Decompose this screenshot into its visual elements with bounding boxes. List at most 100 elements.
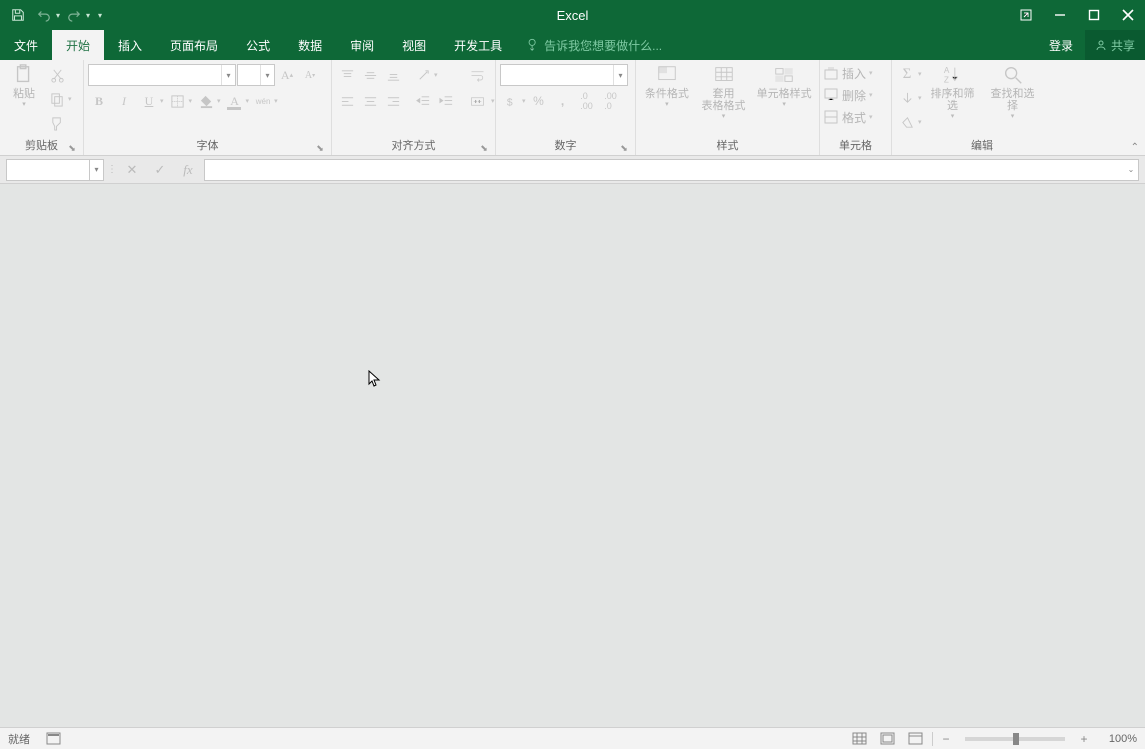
dialog-launcher-icon[interactable]: ⬊ <box>315 143 325 153</box>
dialog-launcher-icon[interactable]: ⬊ <box>67 143 77 153</box>
fill-button[interactable] <box>896 87 918 109</box>
underline-button[interactable]: U <box>138 90 160 112</box>
worksheet-area[interactable] <box>0 184 1145 727</box>
percent-button[interactable]: % <box>528 90 550 112</box>
chevron-down-icon[interactable]: ▾ <box>434 71 438 79</box>
accounting-format-button[interactable]: $ <box>500 90 522 112</box>
page-layout-view-button[interactable] <box>876 730 898 748</box>
chevron-down-icon: ▾ <box>221 65 235 85</box>
tab-insert[interactable]: 插入 <box>104 30 156 60</box>
chevron-down-icon[interactable]: ▾ <box>918 70 922 78</box>
font-size-combo[interactable]: ▾ <box>237 64 275 86</box>
tab-developer[interactable]: 开发工具 <box>440 30 516 60</box>
align-bottom-button[interactable] <box>382 64 404 86</box>
paste-button[interactable]: 粘贴 ▾ <box>4 62 44 110</box>
minimize-button[interactable] <box>1043 0 1077 30</box>
collapse-ribbon-button[interactable]: ⌃ <box>1131 142 1139 153</box>
macro-record-icon[interactable] <box>42 730 64 748</box>
qat-customize-icon[interactable]: ▾ <box>98 11 102 20</box>
tab-view[interactable]: 视图 <box>388 30 440 60</box>
clear-button[interactable] <box>896 111 918 133</box>
fill-color-button[interactable] <box>195 90 217 112</box>
comma-button[interactable]: , <box>552 90 574 112</box>
format-as-table-button[interactable]: 套用 表格格式▾ <box>696 62 752 122</box>
name-box[interactable]: ▾ <box>6 159 104 181</box>
chevron-down-icon[interactable]: ▾ <box>68 95 72 103</box>
normal-view-button[interactable] <box>848 730 870 748</box>
zoom-thumb[interactable] <box>1013 733 1019 745</box>
format-painter-button[interactable] <box>46 112 68 134</box>
formula-input[interactable]: ⌄ <box>204 159 1139 181</box>
align-right-button[interactable] <box>382 90 404 112</box>
tab-review[interactable]: 审阅 <box>336 30 388 60</box>
expand-formula-bar-icon[interactable]: ⌄ <box>1124 160 1138 180</box>
align-left-button[interactable] <box>336 90 358 112</box>
cell-styles-button[interactable]: 单元格样式▾ <box>753 62 815 110</box>
cancel-formula-button[interactable]: ✕ <box>120 159 144 181</box>
share-button[interactable]: 共享 <box>1085 30 1145 60</box>
decrease-font-button[interactable]: A▾ <box>299 64 321 86</box>
tell-me-search[interactable]: 告诉我您想要做什么... <box>516 30 662 60</box>
copy-button[interactable] <box>46 88 68 110</box>
zoom-slider[interactable] <box>965 737 1065 741</box>
border-button[interactable] <box>167 90 189 112</box>
tab-page-layout[interactable]: 页面布局 <box>156 30 232 60</box>
tab-home[interactable]: 开始 <box>52 30 104 60</box>
find-select-button[interactable]: 查找和选择▾ <box>984 62 1042 122</box>
undo-dropdown-icon[interactable]: ▾ <box>56 11 60 20</box>
chevron-down-icon[interactable]: ▾ <box>189 97 193 105</box>
font-name-combo[interactable]: ▾ <box>88 64 236 86</box>
tab-data[interactable]: 数据 <box>284 30 336 60</box>
maximize-button[interactable] <box>1077 0 1111 30</box>
delete-cells-button[interactable]: 删除▾ <box>824 85 873 105</box>
dialog-launcher-icon[interactable]: ⬊ <box>479 143 489 153</box>
zoom-in-button[interactable]: + <box>1077 732 1091 746</box>
sort-filter-button[interactable]: AZ 排序和筛选▾ <box>924 62 982 122</box>
zoom-out-button[interactable]: − <box>939 732 953 746</box>
ribbon-display-options-button[interactable] <box>1009 0 1043 30</box>
align-center-button[interactable] <box>359 90 381 112</box>
wrap-text-button[interactable] <box>463 64 491 86</box>
enter-formula-button[interactable]: ✓ <box>148 159 172 181</box>
login-button[interactable]: 登录 <box>1037 30 1085 60</box>
italic-button[interactable]: I <box>113 90 135 112</box>
chevron-down-icon[interactable]: ▾ <box>217 97 221 105</box>
chevron-down-icon[interactable]: ▾ <box>246 97 250 105</box>
conditional-format-button[interactable]: 条件格式▾ <box>640 62 694 110</box>
phonetic-button[interactable]: wén <box>252 90 274 112</box>
increase-indent-button[interactable] <box>435 90 457 112</box>
font-color-button[interactable]: A <box>224 90 246 112</box>
insert-cells-button[interactable]: 插入▾ <box>824 63 873 83</box>
chevron-down-icon[interactable]: ▾ <box>491 97 495 105</box>
chevron-down-icon[interactable]: ▾ <box>522 97 526 105</box>
align-top-button[interactable] <box>336 64 358 86</box>
autosum-button[interactable]: Σ <box>896 63 918 85</box>
redo-dropdown-icon[interactable]: ▾ <box>86 11 90 20</box>
tab-formulas[interactable]: 公式 <box>232 30 284 60</box>
page-break-view-button[interactable] <box>904 730 926 748</box>
dialog-launcher-icon[interactable]: ⬊ <box>619 143 629 153</box>
merge-center-button[interactable] <box>463 90 491 112</box>
zoom-level[interactable]: 100% <box>1097 733 1137 745</box>
number-format-combo[interactable]: ▾ <box>500 64 628 86</box>
undo-button[interactable] <box>32 3 56 27</box>
increase-decimal-button[interactable]: .0.00 <box>576 90 598 112</box>
chevron-down-icon[interactable]: ▾ <box>160 97 164 105</box>
save-button[interactable] <box>6 3 30 27</box>
close-button[interactable] <box>1111 0 1145 30</box>
decrease-decimal-button[interactable]: .00.0 <box>600 90 622 112</box>
increase-font-button[interactable]: A▴ <box>276 64 298 86</box>
insert-function-button[interactable]: fx <box>176 159 200 181</box>
cut-button[interactable] <box>46 64 68 86</box>
decrease-indent-button[interactable] <box>412 90 434 112</box>
chevron-down-icon[interactable]: ▾ <box>918 94 922 102</box>
orientation-button[interactable] <box>412 64 434 86</box>
align-middle-button[interactable] <box>359 64 381 86</box>
bold-button[interactable]: B <box>88 90 110 112</box>
format-cells-button[interactable]: 格式▾ <box>824 107 873 127</box>
chevron-down-icon[interactable]: ▾ <box>274 97 278 105</box>
redo-button[interactable] <box>62 3 86 27</box>
chevron-down-icon[interactable]: ▾ <box>918 118 922 126</box>
svg-text:A: A <box>943 66 949 75</box>
tab-file[interactable]: 文件 <box>0 30 52 60</box>
